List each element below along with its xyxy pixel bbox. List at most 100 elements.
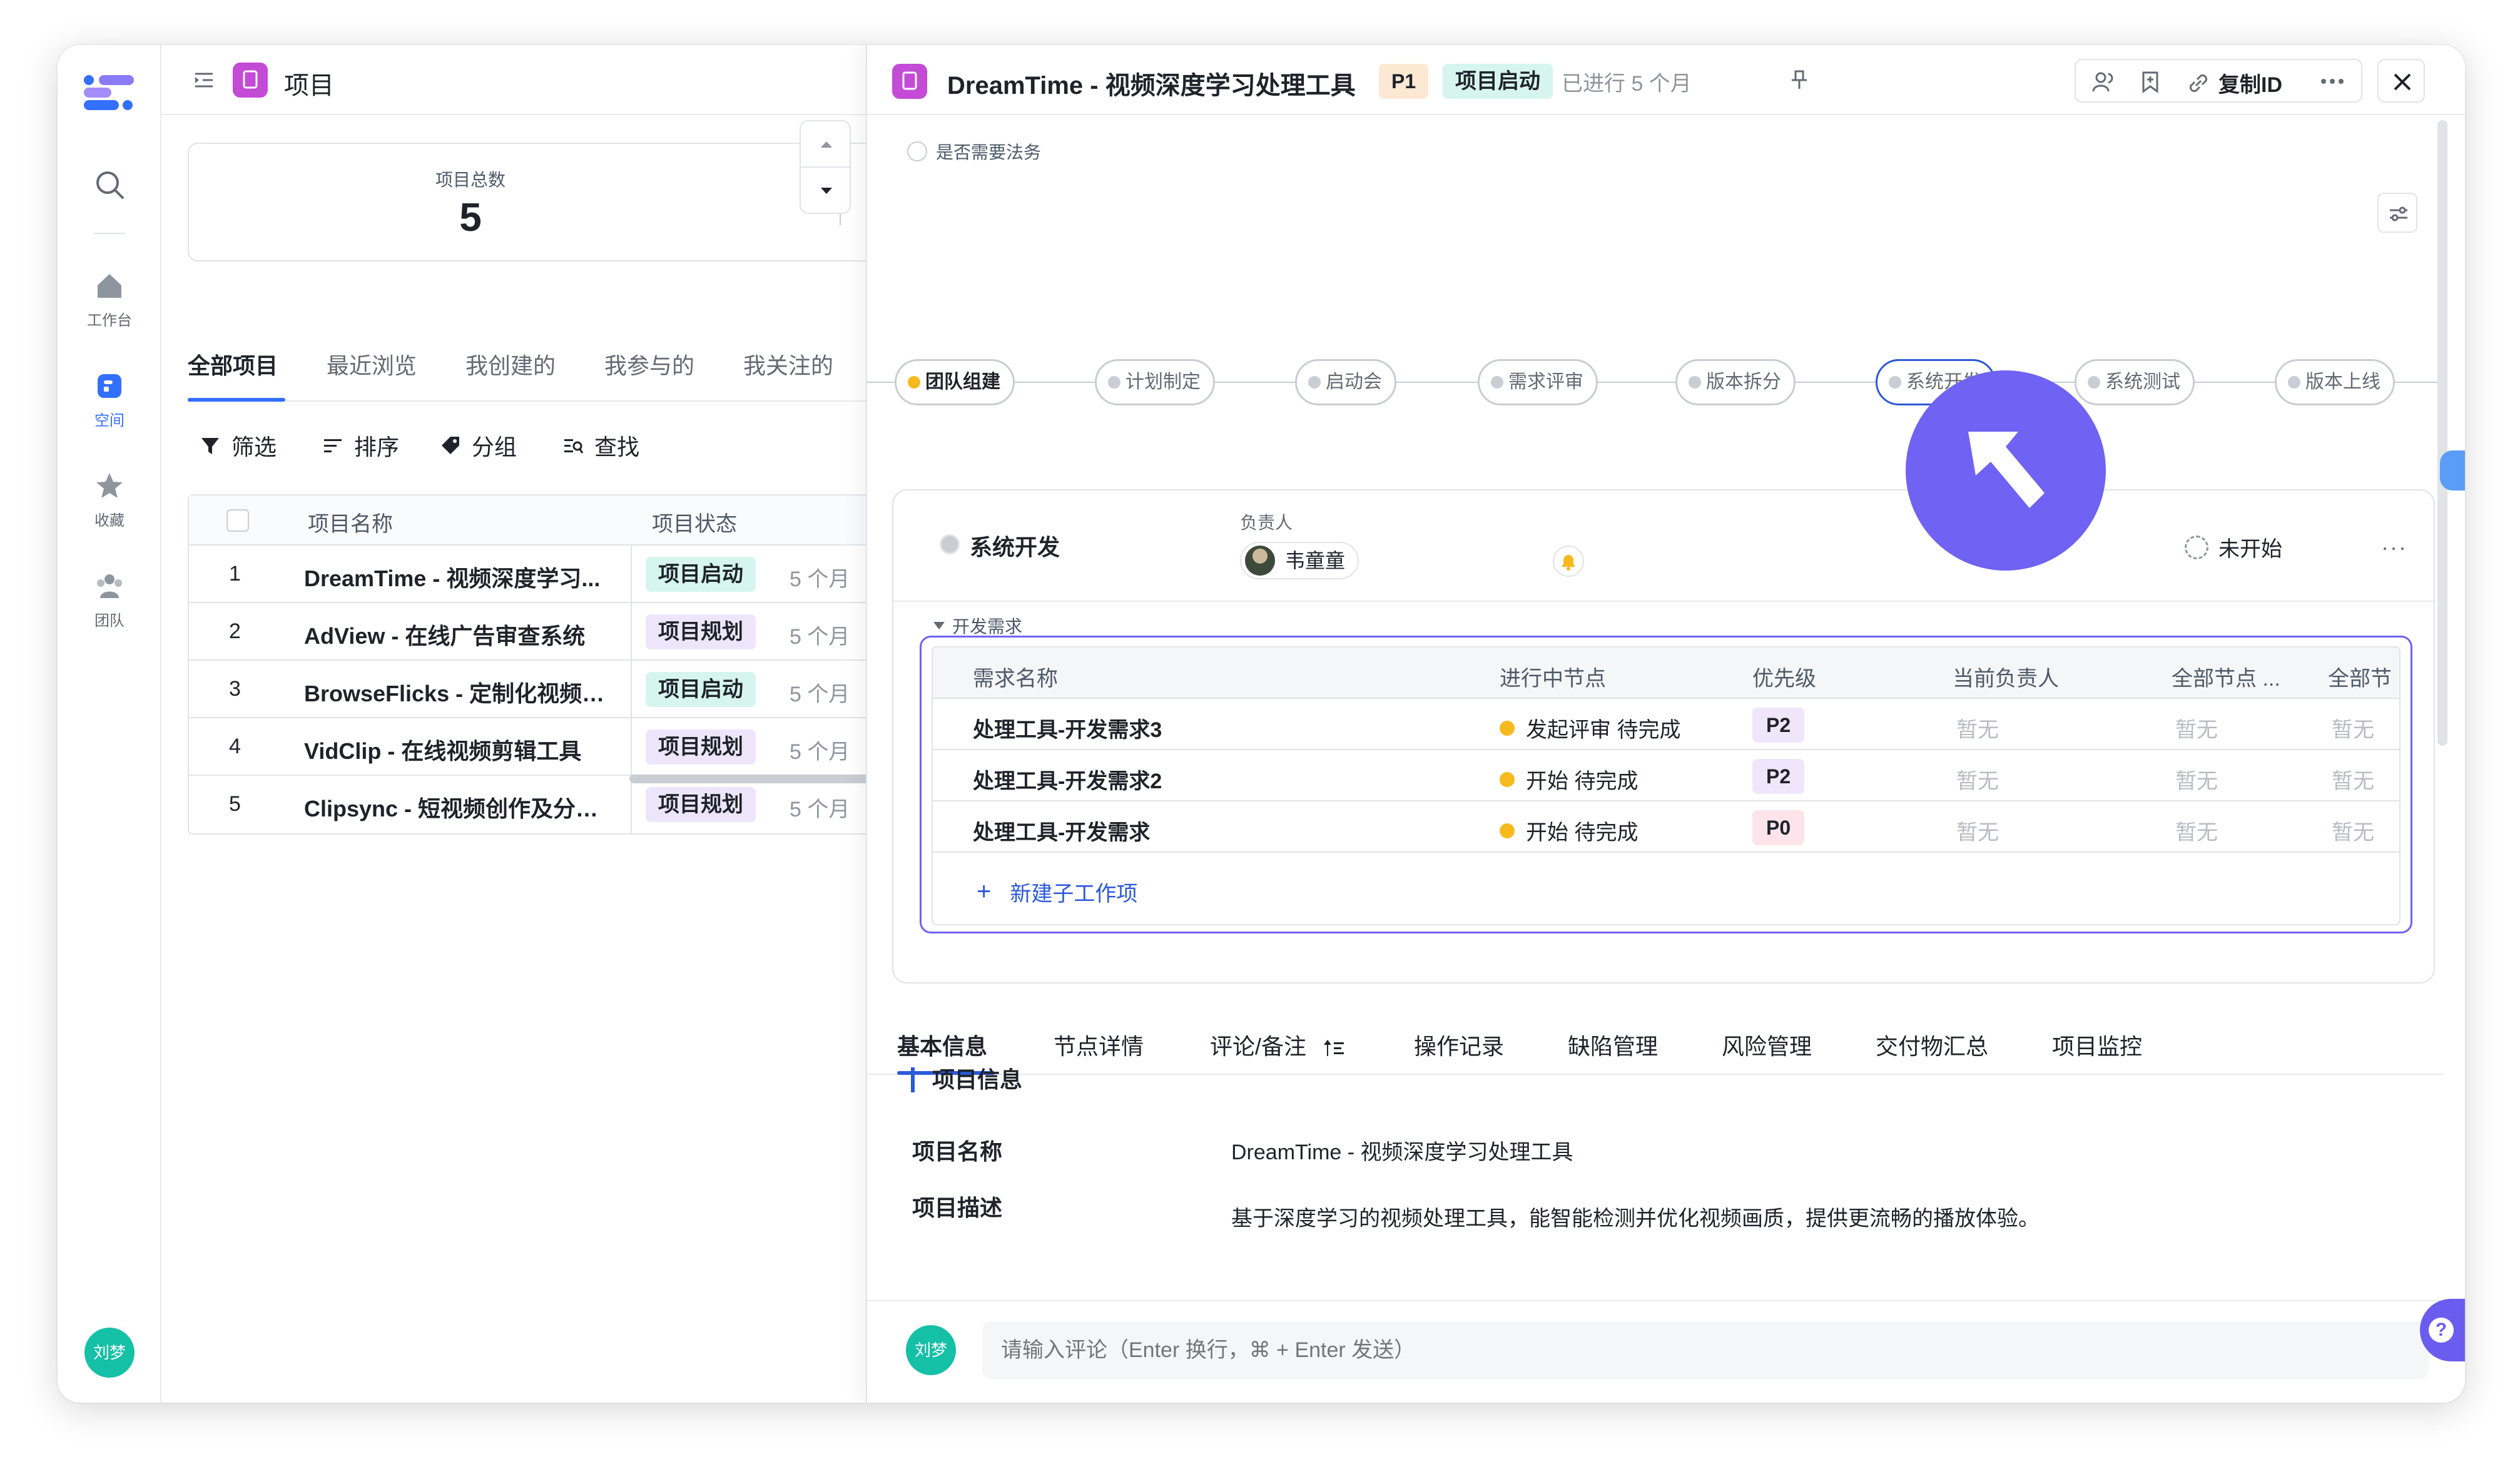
nav-item-favorites[interactable]: 收藏 [58,470,161,530]
bookmark-icon[interactable] [2137,69,2163,95]
row-project-name[interactable]: DreamTime - 视频深度学习... [304,561,617,593]
copy-id-button[interactable]: 复制ID [2186,68,2282,98]
requirement-name[interactable]: 处理工具-开发需求2 [973,764,1162,795]
row-index: 1 [229,562,241,586]
node-more-icon[interactable]: ··· [2381,534,2407,561]
node-status[interactable]: 未开始 [2185,532,2282,562]
tab-defects[interactable]: 缺陷管理 [1568,1029,1658,1061]
detail-scrollbar[interactable] [2437,120,2447,746]
node-detail-card: 系统开发 负责人 韦童童 未开始 ··· 开发需求 需求名称 进行中节点 优先级… [892,489,2435,984]
row-project-name[interactable]: BrowseFlicks - 定制化视频推... [304,676,617,708]
flow-node-kickoff[interactable]: 启动会 [1295,359,1396,405]
tab-participated[interactable]: 我参与的 [604,348,694,380]
info-value[interactable]: 基于深度学习的视频处理工具，能智能检测并优化视频画质，提供更流畅的播放体验。 [1231,1201,2040,1232]
members-icon[interactable] [2091,69,2117,95]
home-icon [98,274,121,298]
filter-label: 筛选 [231,434,277,460]
column-header[interactable]: 全部节 [2328,661,2392,692]
table-row[interactable]: 2 AdView - 在线广告审查系统 项目规划 5 个月 [189,603,875,661]
app-window: 工作台 空间 收藏 团队 刘梦 项目 项目总数 5 全部项目 最近浏览 我创建的… [58,45,2465,1403]
pin-icon[interactable] [1787,68,1812,93]
table-row[interactable]: 3 BrowseFlicks - 定制化视频推... 项目启动 5 个月 [189,661,875,718]
caret-up-icon [821,141,832,148]
table-row[interactable]: 1 DreamTime - 视频深度学习... 项目启动 5 个月 [189,546,875,603]
table-row[interactable]: 5 Clipsync - 短视频创作及分享... 项目规划 5 个月 [189,776,875,833]
stat-scroll-buttons [800,120,851,214]
select-all-checkbox[interactable] [226,509,249,532]
tab-monitoring[interactable]: 项目监控 [2052,1029,2142,1061]
row-project-name[interactable]: VidClip - 在线视频剪辑工具 [304,733,617,766]
find-button[interactable]: 查找 [562,429,639,462]
scroll-down-button[interactable] [801,168,850,214]
tab-followed[interactable]: 我关注的 [743,348,833,380]
dev-requirements-toggle[interactable]: 开发需求 [933,613,1022,638]
horizontal-scrollbar[interactable] [629,775,873,783]
info-value[interactable]: DreamTime - 视频深度学习处理工具 [1231,1135,1573,1166]
tab-recent[interactable]: 最近浏览 [327,348,417,380]
group-button[interactable]: 分组 [439,429,517,462]
more-icon[interactable] [2319,75,2346,88]
priority-badge[interactable]: P2 [1752,759,1805,794]
tab-operation-log[interactable]: 操作记录 [1414,1029,1504,1061]
view-settings-button[interactable] [2377,193,2417,233]
space-icon [98,374,121,398]
tab-created[interactable]: 我创建的 [465,348,556,380]
tab-deliverables[interactable]: 交付物汇总 [1876,1029,1988,1061]
tab-node-details[interactable]: 节点详情 [1054,1029,1144,1061]
table-row[interactable]: 处理工具-开发需求3 发起评审 待完成 P2 暂无 暂无 暂无 [933,699,2399,750]
comment-input[interactable] [982,1321,2429,1379]
remind-button[interactable] [1553,546,1584,577]
column-header-name[interactable]: 项目名称 [308,507,393,537]
close-button[interactable] [2377,59,2425,103]
nav-item-workbench[interactable]: 工作台 [58,270,161,330]
priority-badge[interactable]: P0 [1752,810,1805,845]
nav-item-label: 空间 [94,412,124,429]
new-sub-item-button[interactable]: + 新建子工作项 [977,877,1137,907]
legal-radio[interactable] [907,141,927,161]
requirement-name[interactable]: 处理工具-开发需求3 [973,713,1162,743]
app-logo-icon[interactable] [83,73,135,113]
flow-node-version-split[interactable]: 版本拆分 [1675,359,1796,405]
flow-node-planning[interactable]: 计划制定 [1095,359,1215,405]
owner-chip[interactable]: 韦童童 [1240,542,1359,579]
tab-risks[interactable]: 风险管理 [1722,1029,1812,1061]
filter-button[interactable]: 筛选 [199,429,277,462]
nav-item-team[interactable]: 团队 [58,571,161,630]
flow-node-requirement-review[interactable]: 需求评审 [1478,359,1598,405]
priority-badge[interactable]: P1 [1379,64,1429,99]
column-header[interactable]: 优先级 [1752,661,1816,692]
legal-required-option[interactable]: 是否需要法务 [907,139,1041,164]
info-label: 项目名称 [912,1139,1003,1164]
stage-badge[interactable]: 项目启动 [1443,64,1553,99]
sort-button[interactable]: 排序 [322,429,399,462]
tab-comments[interactable]: 评论/备注 [1210,1029,1346,1061]
row-project-name[interactable]: Clipsync - 短视频创作及分享... [304,791,617,823]
comment-bar: 刘梦 [867,1300,2465,1403]
tab-basic-info[interactable]: 基本信息 [897,1029,987,1061]
column-header[interactable]: 当前负责人 [1953,661,2059,692]
table-row[interactable]: 处理工具-开发需求2 开始 待完成 P2 暂无 暂无 暂无 [933,750,2399,801]
table-row[interactable]: 4 VidClip - 在线视频剪辑工具 项目规划 5 个月 [189,718,875,776]
flow-node-release[interactable]: 版本上线 [2275,359,2395,405]
column-header[interactable]: 全部节点 ... [2172,661,2280,692]
stage-text: 开始 待完成 [1526,821,1639,845]
column-header[interactable]: 进行中节点 [1500,661,1606,692]
side-shortcut-icon[interactable] [2440,450,2465,491]
row-project-name[interactable]: AdView - 在线广告审查系统 [304,618,617,651]
table-row[interactable]: 处理工具-开发需求 开始 待完成 P0 暂无 暂无 暂无 [933,801,2399,853]
column-header[interactable]: 需求名称 [973,661,1058,692]
collapse-sidebar-icon[interactable] [193,69,215,91]
flow-node-team-setup[interactable]: 团队组建 [895,359,1015,405]
tab-all-projects[interactable]: 全部项目 [188,348,278,380]
priority-badge[interactable]: P2 [1752,708,1805,743]
nav-item-space[interactable]: 空间 [58,370,161,430]
search-icon[interactable] [94,169,126,201]
user-avatar[interactable]: 刘梦 [84,1328,135,1378]
requirement-name[interactable]: 处理工具-开发需求 [973,815,1150,846]
column-header-status[interactable]: 项目状态 [652,507,737,537]
status-badge: 项目规划 [646,729,756,765]
comment-avatar: 刘梦 [906,1325,956,1375]
scroll-up-button[interactable] [801,121,850,168]
row-index: 2 [229,619,241,643]
find-icon [564,439,584,454]
